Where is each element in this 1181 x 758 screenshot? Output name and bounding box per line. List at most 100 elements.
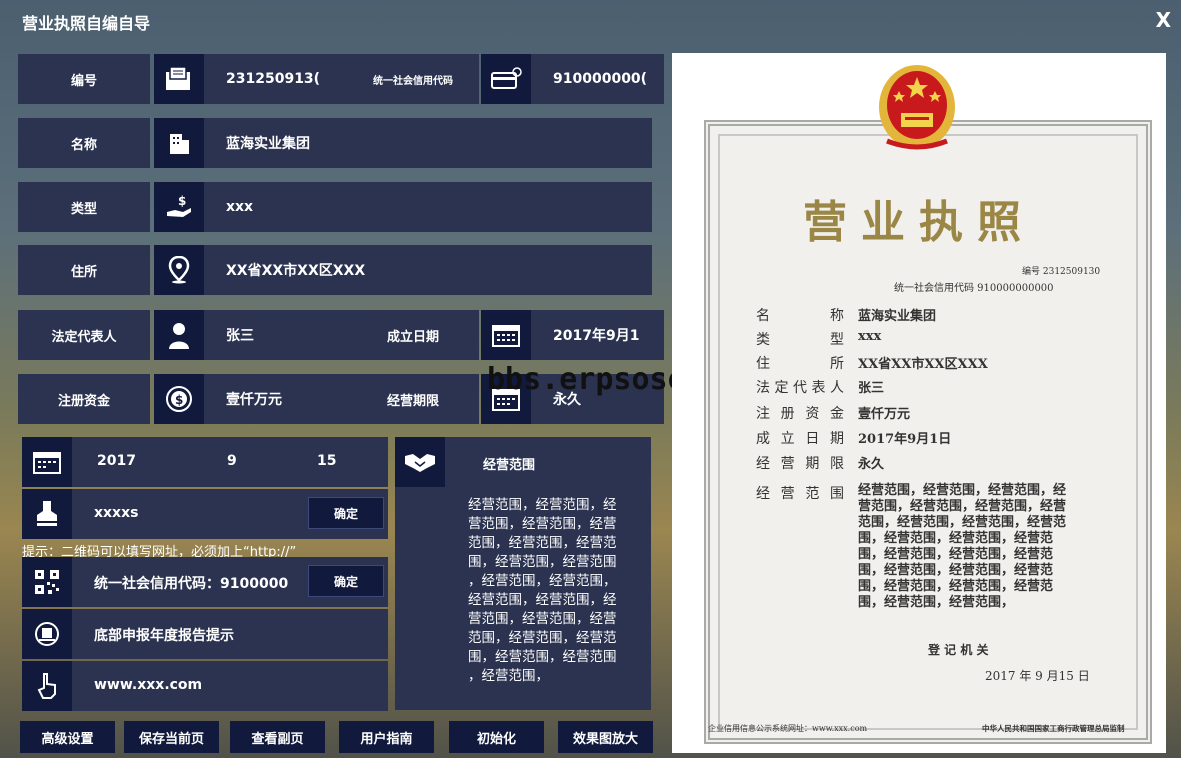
capital-field[interactable]: 壹仟万元: [204, 374, 347, 424]
annual-report-field[interactable]: 底部申报年度报告提示: [94, 625, 234, 645]
cert-field-label: 经营期限: [756, 456, 844, 472]
stamp-icon: [22, 489, 72, 539]
scope-title: 经营范围: [483, 458, 536, 473]
qr-code-icon: [22, 557, 72, 607]
toolbar-button-3[interactable]: 用户指南: [339, 721, 434, 753]
scope-line: 范围，经营范围，经营范: [468, 535, 617, 551]
cert-scope-line: 围，经营范围，经营范围，: [858, 595, 1015, 610]
cert-field-value: 壹仟万元: [858, 407, 911, 422]
qr-panel: 统一社会信用代码：9100000 确定: [22, 557, 388, 607]
national-emblem-icon: [879, 65, 955, 150]
type-label: 类型: [18, 182, 150, 232]
scope-line: 营范围，经营范围，经营: [468, 516, 617, 532]
credit-label: 统一社会信用代码: [347, 54, 479, 104]
cert-scope-line: 围，经营范围，经营范围，经营范: [858, 563, 1054, 578]
pointer-hand-icon: [22, 661, 72, 711]
founding-date-label: 成立日期: [347, 310, 479, 360]
cert-field-label: 类型: [756, 332, 844, 348]
cert-scope-line: 范围，经营范围，经营范围，经营范: [858, 515, 1067, 530]
name-label: 名称: [18, 118, 150, 168]
cert-field-value: 张三: [858, 381, 885, 396]
representative-field[interactable]: 张三: [204, 310, 347, 360]
cert-issue-date: 2017 年 9 月15 日: [985, 669, 1090, 683]
calendar-icon: [22, 437, 72, 487]
scope-line: 围，经营范围，经营范围: [468, 649, 617, 665]
window-title: 营业执照自编自导: [22, 14, 151, 33]
qr-confirm-button[interactable]: 确定: [308, 565, 384, 597]
cert-field-label: 法定代表人: [756, 380, 844, 396]
cert-footer-left: 企业信用信息公示系统网址：www.xxx.com: [708, 724, 868, 733]
founding-date-field[interactable]: 2017年9月1: [531, 310, 664, 360]
website-url-field[interactable]: www.xxx.com: [94, 677, 202, 693]
cert-field-value: xxx: [858, 329, 882, 344]
row-type: 类型 $ xxx: [18, 182, 652, 232]
toolbar-button-2[interactable]: 查看副页: [230, 721, 325, 753]
cert-number: 编号 2312509130: [1022, 267, 1101, 277]
toolbar-button-5[interactable]: 效果图放大: [558, 721, 653, 753]
term-label: 经营期限: [347, 374, 479, 424]
cert-credit-code: 统一社会信用代码 910000000000: [894, 283, 1054, 294]
row-address: 住所 XX省XX市XX区XXX: [18, 245, 652, 295]
cert-business-scope: 经营范围，经营范围，经营范围，经 营范围，经营范围，经营范围，经营 范围，经营范围，…: [858, 483, 1066, 611]
scope-line: 经营范围，经营范围，经: [468, 592, 617, 608]
cert-field-value: 蓝海实业集团: [858, 309, 937, 324]
cert-field-label: 成立日期: [756, 431, 844, 447]
scope-line: ，经营范围，: [468, 668, 549, 684]
cert-field-label: 名称: [756, 308, 844, 324]
scope-line: 围，经营范围，经营范围: [468, 554, 617, 570]
cert-scope-line: 围，经营范围，经营范围，经营范: [858, 579, 1054, 594]
coin-icon: $: [154, 374, 204, 424]
representative-label: 法定代表人: [18, 310, 150, 360]
scope-line: 范围，经营范围，经营范: [468, 630, 617, 646]
scope-line: 营范围，经营范围，经营: [468, 611, 617, 627]
close-button[interactable]: X: [1156, 8, 1171, 32]
cert-scope-line: 营范围，经营范围，经营范围，经营: [858, 499, 1067, 514]
issue-day-field[interactable]: 15: [317, 453, 336, 469]
location-pin-icon: [154, 245, 204, 295]
issue-month-field[interactable]: 9: [227, 453, 237, 469]
url-panel: www.xxx.com: [22, 661, 388, 711]
folder-icon: [154, 54, 204, 104]
row-representative: 法定代表人 张三 成立日期 2017年9月1: [18, 310, 664, 360]
address-field[interactable]: XX省XX市XX区XXX: [204, 245, 652, 295]
cert-scope-line: 经营范围，经营范围，经营范围，经: [858, 483, 1067, 498]
cert-authority: 登 记 机 关: [928, 643, 989, 657]
toolbar-button-0[interactable]: 高级设置: [20, 721, 115, 753]
credit-code-field[interactable]: 910000000(: [531, 54, 664, 104]
annual-report-panel: 底部申报年度报告提示: [22, 609, 388, 659]
card-icon: [481, 54, 531, 104]
cert-field-value: XX省XX市XX区XXX: [858, 357, 988, 372]
toolbar-button-4[interactable]: 初始化: [449, 721, 544, 753]
toolbar-button-1[interactable]: 保存当前页: [124, 721, 219, 753]
building-icon: [154, 118, 204, 168]
person-icon: [154, 310, 204, 360]
seal-text-field[interactable]: xxxxs: [94, 505, 138, 521]
cert-scope-line: 围，经营范围，经营范围，经营范: [858, 547, 1054, 562]
business-scope-panel: 经营范围 经营范围，经营范围，经 营范围，经营范围，经营 范围，经营范围，经营范 围，…: [395, 437, 651, 710]
date-panel: 2017 9 15: [22, 437, 388, 487]
certificate-title: 营业执照: [803, 197, 1035, 248]
scope-line: ，经营范围，经营范围，: [468, 573, 617, 589]
number-label: 编号: [18, 54, 150, 104]
license-preview: 营业执照 编号 2312509130 统一社会信用代码 910000000000…: [672, 53, 1166, 753]
cert-field-value: 永久: [858, 457, 885, 472]
svg-text:$: $: [178, 194, 186, 208]
number-field[interactable]: 231250913(: [204, 54, 347, 104]
cert-field-label: 经营范围: [756, 486, 844, 502]
issue-year-field[interactable]: 2017: [97, 453, 136, 469]
capital-label: 注册资金: [18, 374, 150, 424]
calendar-icon: [481, 310, 531, 360]
seal-confirm-button[interactable]: 确定: [308, 497, 384, 529]
cert-footer-right: 中华人民共和国国家工商行政管理总局监制: [982, 724, 1125, 733]
qr-content-field[interactable]: 统一社会信用代码：9100000: [94, 573, 288, 593]
cert-field-label: 注册资金: [756, 406, 844, 422]
money-hand-icon: $: [154, 182, 204, 232]
company-name-field[interactable]: 蓝海实业集团: [204, 118, 652, 168]
svg-text:$: $: [175, 393, 183, 407]
business-scope-text[interactable]: 经营范围，经营范围，经 营范围，经营范围，经营 范围，经营范围，经营范 围，经营范围，…: [468, 496, 617, 686]
seal-panel: xxxxs 确定: [22, 489, 388, 539]
row-name: 名称 蓝海实业集团: [18, 118, 652, 168]
cert-scope-line: 围，经营范围，经营范围，经营范: [858, 531, 1054, 546]
emblem-icon: [22, 609, 72, 659]
type-field[interactable]: xxx: [204, 182, 652, 232]
